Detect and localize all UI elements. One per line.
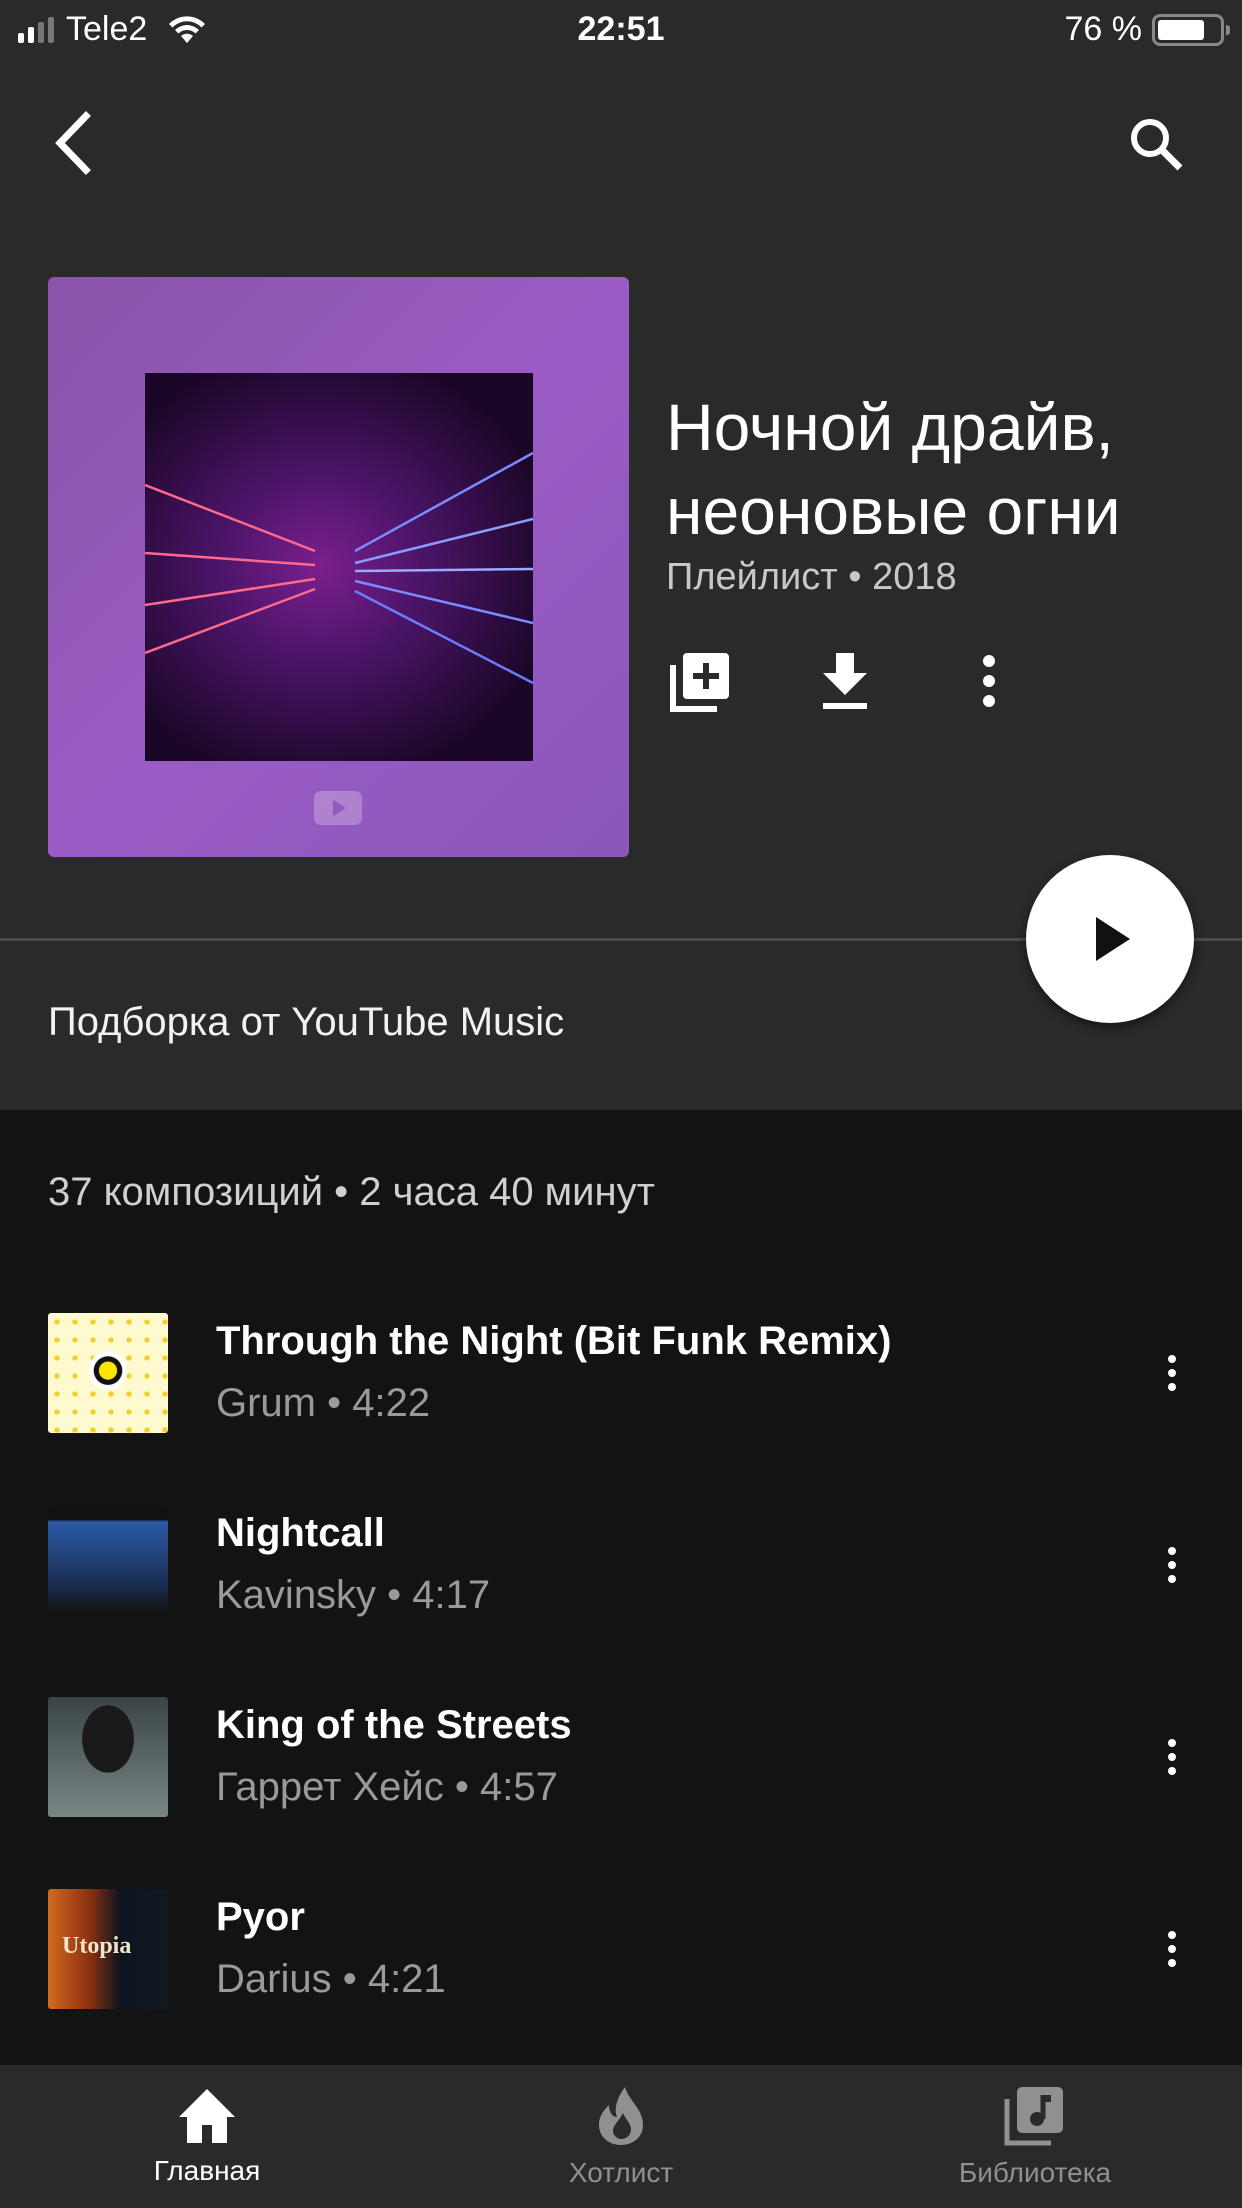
track-title: Nightcall (216, 1511, 385, 1555)
track-summary: 37 композиций • 2 часа 40 минут (48, 1170, 655, 1214)
track-subtitle: Darius • 4:21 (216, 1957, 446, 2001)
curator-label: Подборка от YouTube Music (48, 1000, 565, 1044)
track-thumbnail (48, 1505, 168, 1625)
title-line-2: неоновые огни (666, 474, 1121, 548)
track-row[interactable]: Nightcall Kavinsky • 4:17 (0, 1505, 1242, 1697)
track-thumbnail (48, 1697, 168, 1817)
more-vertical-icon (983, 655, 995, 707)
clock: 22:51 (577, 10, 665, 48)
back-button[interactable] (46, 110, 106, 176)
nav-label: Хотлист (568, 2157, 674, 2188)
download-icon (823, 653, 867, 709)
library-music-icon (1004, 2087, 1063, 2146)
track-row[interactable]: King of the Streets Гаррет Хейс • 4:57 (0, 1697, 1242, 1889)
playlist-title: Ночной драйв, неоновые огни (666, 385, 1226, 553)
bottom-navigation: Главная Хотлист Библиотека (0, 2065, 1242, 2208)
cover-image (144, 373, 534, 761)
download-button[interactable] (810, 646, 880, 716)
track-thumbnail: Utopia (48, 1889, 168, 2009)
track-more-button[interactable] (1152, 1535, 1192, 1595)
playlist-subtitle: Плейлист • 2018 (666, 556, 957, 598)
track-row[interactable]: Utopia Pyor Darius • 4:21 (0, 1889, 1242, 2081)
home-icon (179, 2089, 235, 2143)
library-add-icon (670, 653, 729, 712)
playlist-actions (666, 646, 1098, 716)
neon-lines (144, 451, 534, 685)
title-line-1: Ночной драйв, (666, 390, 1114, 464)
status-bar: Tele2 22:51 76 % (0, 0, 1242, 62)
track-list: Through the Night (Bit Funk Remix) Grum … (0, 1313, 1242, 2081)
track-more-button[interactable] (1152, 1919, 1192, 1979)
playlist-cover (48, 277, 629, 857)
track-title: Pyor (216, 1895, 305, 1939)
chevron-left-icon (55, 111, 91, 175)
play-button[interactable] (1026, 855, 1194, 1023)
track-more-button[interactable] (1152, 1343, 1192, 1403)
track-subtitle: Kavinsky • 4:17 (216, 1573, 491, 1617)
battery-percent: 76 % (1064, 10, 1143, 48)
track-subtitle: Grum • 4:22 (216, 1381, 431, 1425)
nav-label: Библиотека (958, 2157, 1112, 2188)
track-title: Through the Night (Bit Funk Remix) (216, 1319, 892, 1363)
track-row[interactable]: Through the Night (Bit Funk Remix) Grum … (0, 1313, 1242, 1505)
add-to-library-button[interactable] (666, 646, 736, 716)
track-subtitle: Гаррет Хейс • 4:57 (216, 1765, 558, 1809)
nav-item-home[interactable]: Главная (0, 2065, 414, 2208)
track-title: King of the Streets (216, 1703, 572, 1747)
battery-group: 76 % (1064, 10, 1230, 49)
search-icon (1131, 119, 1183, 171)
flame-icon (599, 2087, 643, 2145)
youtube-logo-icon (314, 791, 362, 825)
search-button[interactable] (1124, 112, 1188, 176)
nav-item-hotlist[interactable]: Хотлист (414, 2065, 828, 2208)
battery-icon (1152, 13, 1230, 46)
nav-label: Главная (153, 2155, 261, 2186)
thumbnail-text: Utopia (62, 1933, 132, 1959)
more-button[interactable] (954, 646, 1024, 716)
track-thumbnail (48, 1313, 168, 1433)
track-more-button[interactable] (1152, 1727, 1192, 1787)
nav-item-library[interactable]: Библиотека (828, 2065, 1242, 2208)
